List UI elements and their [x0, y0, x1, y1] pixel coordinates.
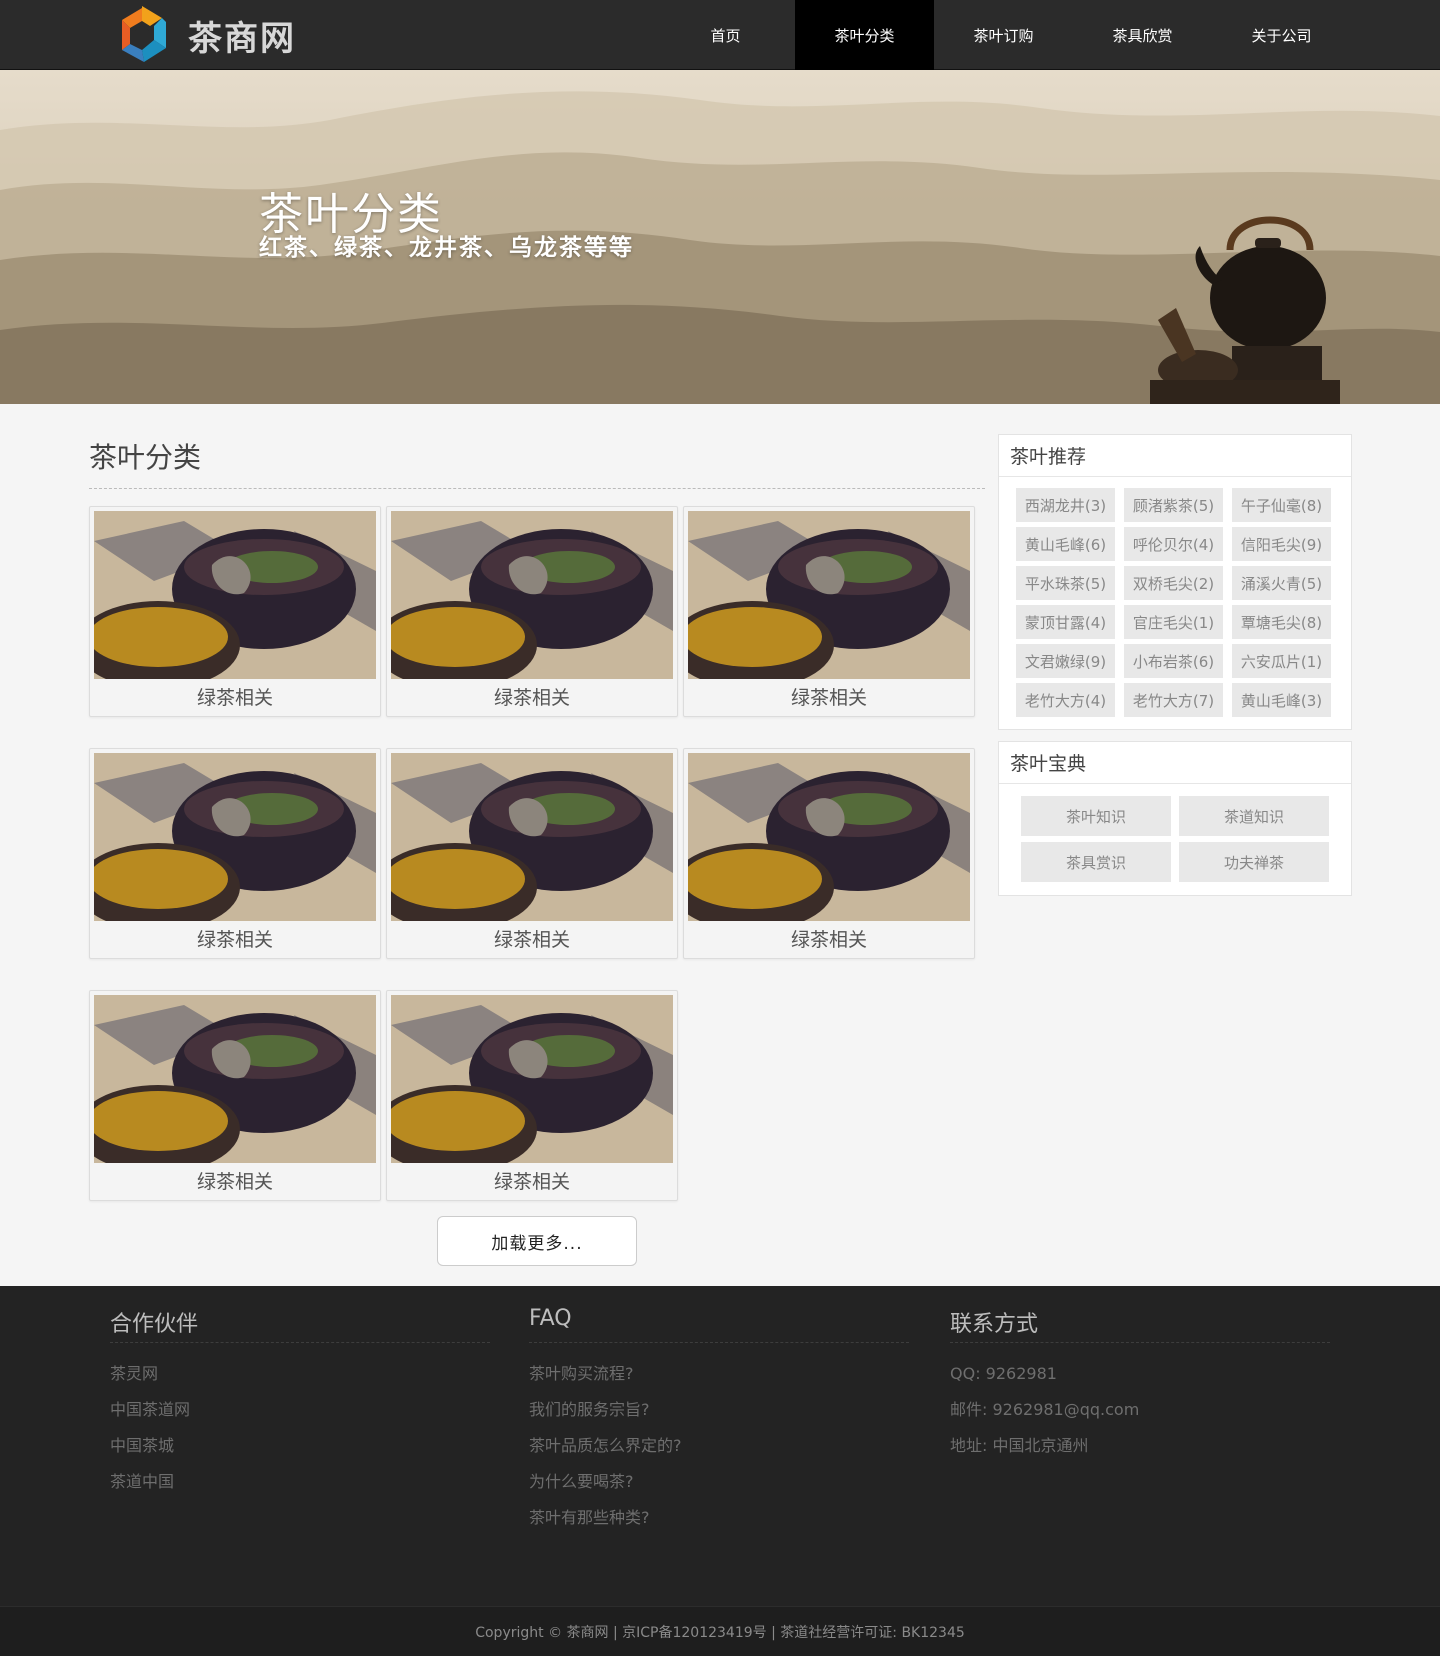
tea-tag[interactable]: 涌溪火青(5) — [1232, 566, 1331, 600]
tea-tag[interactable]: 蒙顶甘露(4) — [1016, 605, 1115, 639]
category-card[interactable]: 绿茶相关 — [386, 990, 678, 1201]
category-card[interactable]: 绿茶相关 — [89, 748, 381, 959]
card-label: 绿茶相关 — [493, 929, 570, 951]
site-logo[interactable]: 茶商网 — [116, 2, 296, 68]
footer-divider — [529, 1342, 909, 1343]
recommend-title: 茶叶推荐 — [999, 435, 1351, 477]
category-card[interactable]: 绿茶相关 — [89, 506, 381, 717]
faq-link[interactable]: 我们的服务宗旨? — [529, 1392, 682, 1428]
contact-email: 邮件: 9262981@qq.com — [950, 1400, 1140, 1419]
tea-tag[interactable]: 文君嫩绿(9) — [1016, 644, 1115, 678]
site-header: 茶商网 首页 茶叶分类 茶叶订购 茶具欣赏 关于公司 — [0, 0, 1440, 70]
tea-tag[interactable]: 黄山毛峰(3) — [1232, 683, 1331, 717]
footer-divider — [950, 1342, 1330, 1343]
card-label: 绿茶相关 — [196, 929, 273, 951]
book-link[interactable]: 茶道知识 — [1179, 796, 1329, 836]
book-link[interactable]: 茶叶知识 — [1021, 796, 1171, 836]
faq-link[interactable]: 茶叶购买流程? — [529, 1356, 682, 1392]
tea-tag[interactable]: 黄山毛峰(6) — [1016, 527, 1115, 561]
card-label: 绿茶相关 — [493, 687, 570, 709]
tea-tag[interactable]: 老竹大方(4) — [1016, 683, 1115, 717]
logo-icon — [116, 4, 168, 66]
footer-divider — [110, 1342, 490, 1343]
tea-photo-image — [391, 511, 673, 679]
contact-title: 联系方式 — [950, 1312, 1039, 1337]
tea-tag[interactable]: 西湖龙井(3) — [1016, 488, 1115, 522]
card-label: 绿茶相关 — [196, 1171, 273, 1193]
tea-tag[interactable]: 覃塘毛尖(8) — [1232, 605, 1331, 639]
tea-photo-image — [688, 753, 970, 921]
contact-address: 地址: 中国北京通州 — [950, 1436, 1089, 1455]
book-link[interactable]: 功夫禅茶 — [1179, 842, 1329, 882]
tea-photo-image — [94, 995, 376, 1163]
encyclopedia-panel: 茶叶宝典 茶叶知识 茶道知识 茶具赏识 功夫禅茶 — [998, 741, 1352, 896]
tea-tag[interactable]: 顾渚紫茶(5) — [1124, 488, 1223, 522]
category-card[interactable]: 绿茶相关 — [386, 506, 678, 717]
partner-link[interactable]: 茶灵网 — [110, 1356, 190, 1392]
nav-home[interactable]: 首页 — [656, 0, 795, 70]
hero-banner: 茶叶分类 红茶、绿茶、龙井茶、乌龙茶等等 — [0, 70, 1440, 404]
tea-tag[interactable]: 呼伦贝尔(4) — [1124, 527, 1223, 561]
card-label: 绿茶相关 — [790, 929, 867, 951]
contact-qq: QQ: 9262981 — [950, 1364, 1057, 1383]
tea-photo-image — [94, 753, 376, 921]
main-nav: 首页 茶叶分类 茶叶订购 茶具欣赏 关于公司 — [656, 0, 1351, 70]
partners-title: 合作伙伴 — [110, 1312, 199, 1337]
category-card[interactable]: 绿茶相关 — [683, 748, 975, 959]
title-divider — [89, 488, 985, 489]
banner-subtitle: 红茶、绿茶、龙井茶、乌龙茶等等 — [259, 235, 634, 261]
faq-link[interactable]: 茶叶品质怎么界定的? — [529, 1428, 682, 1464]
tea-photo-image — [391, 753, 673, 921]
nav-about[interactable]: 关于公司 — [1212, 0, 1351, 70]
faq-link[interactable]: 为什么要喝茶? — [529, 1464, 682, 1500]
load-more-button[interactable]: 加载更多... — [437, 1216, 637, 1266]
nav-tea-order[interactable]: 茶叶订购 — [934, 0, 1073, 70]
partner-link[interactable]: 中国茶道网 — [110, 1392, 190, 1428]
tea-tag[interactable]: 午子仙毫(8) — [1232, 488, 1331, 522]
tea-tag[interactable]: 老竹大方(7) — [1124, 683, 1223, 717]
site-footer: 合作伙伴 茶灵网 中国茶道网 中国茶城 茶道中国 FAQ 茶叶购买流程? 我们的… — [0, 1286, 1440, 1606]
banner-mountains-image — [0, 70, 1440, 404]
tea-tag[interactable]: 信阳毛尖(9) — [1232, 527, 1331, 561]
copyright-bar: Copyright © 茶商网 | 京ICP备120123419号 | 茶道社经… — [0, 1606, 1440, 1656]
tea-tag[interactable]: 六安瓜片(1) — [1232, 644, 1331, 678]
faq-title: FAQ — [529, 1306, 572, 1331]
tea-tag[interactable]: 平水珠茶(5) — [1016, 566, 1115, 600]
tea-photo-image — [391, 995, 673, 1163]
tea-tag[interactable]: 小布岩茶(6) — [1124, 644, 1223, 678]
partner-link[interactable]: 中国茶城 — [110, 1428, 190, 1464]
card-label: 绿茶相关 — [493, 1171, 570, 1193]
book-link[interactable]: 茶具赏识 — [1021, 842, 1171, 882]
card-label: 绿茶相关 — [196, 687, 273, 709]
category-card[interactable]: 绿茶相关 — [683, 506, 975, 717]
partner-link[interactable]: 茶道中国 — [110, 1464, 190, 1500]
tea-photo-image — [94, 511, 376, 679]
page-title: 茶叶分类 — [89, 441, 202, 474]
recommend-panel: 茶叶推荐 西湖龙井(3) 顾渚紫茶(5) 午子仙毫(8) 黄山毛峰(6) 呼伦贝… — [998, 434, 1352, 730]
faq-link[interactable]: 茶叶有那些种类? — [529, 1500, 682, 1536]
tea-tag[interactable]: 官庄毛尖(1) — [1124, 605, 1223, 639]
nav-teaware[interactable]: 茶具欣赏 — [1073, 0, 1212, 70]
category-card[interactable]: 绿茶相关 — [89, 990, 381, 1201]
card-label: 绿茶相关 — [790, 687, 867, 709]
logo-text: 茶商网 — [188, 18, 296, 59]
category-card[interactable]: 绿茶相关 — [386, 748, 678, 959]
encyclopedia-title: 茶叶宝典 — [999, 742, 1351, 784]
tea-tag[interactable]: 双桥毛尖(2) — [1124, 566, 1223, 600]
nav-tea-category[interactable]: 茶叶分类 — [795, 0, 934, 70]
tea-photo-image — [688, 511, 970, 679]
